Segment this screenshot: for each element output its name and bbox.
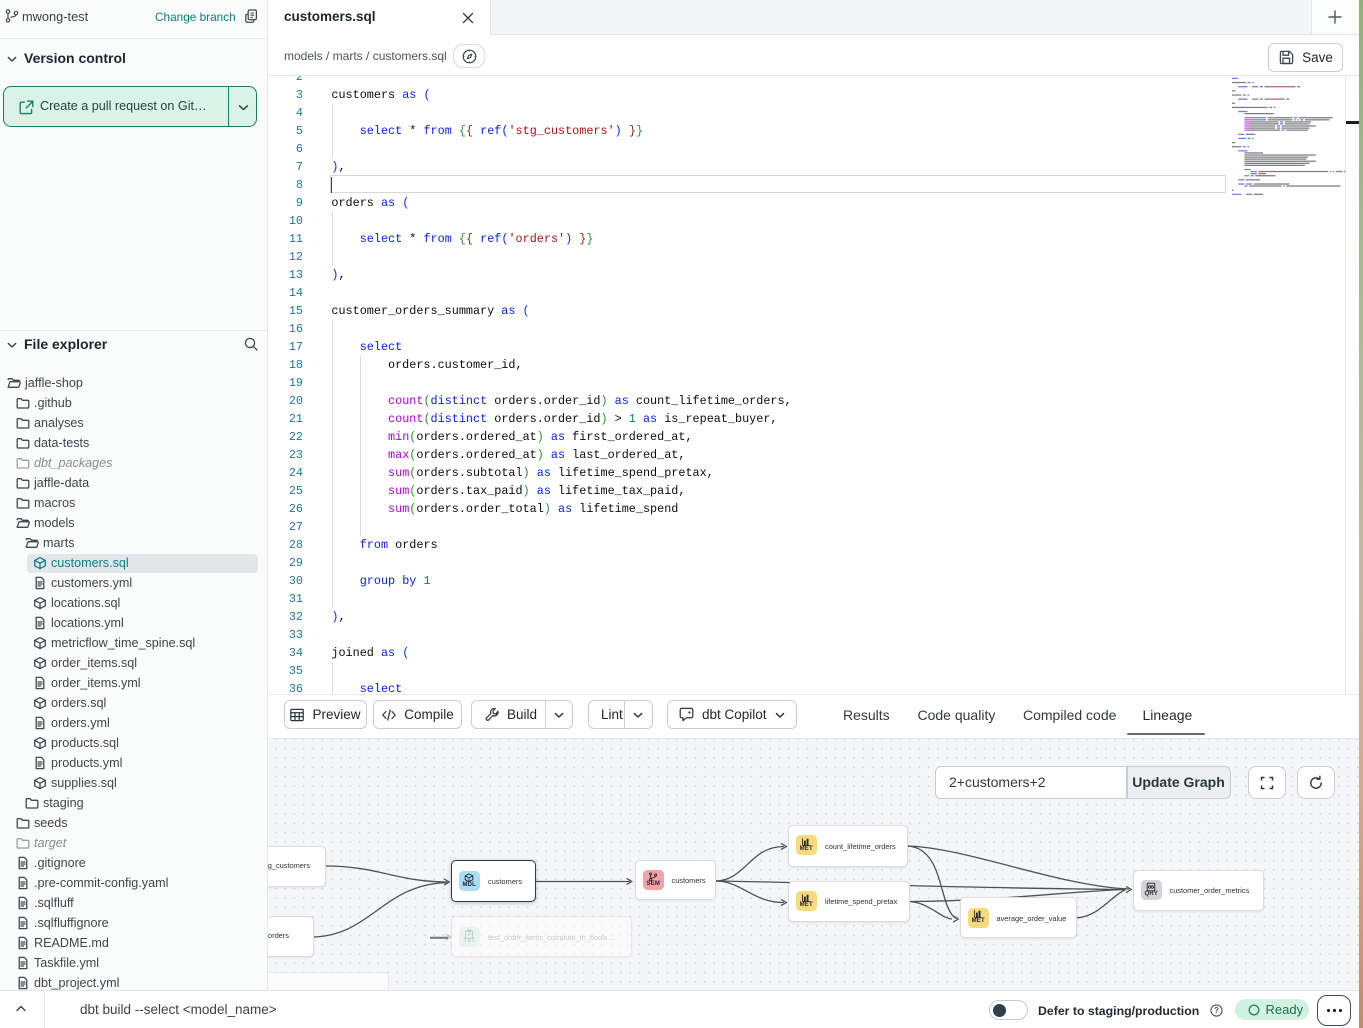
svg-text:?: ? <box>1214 1006 1219 1015</box>
